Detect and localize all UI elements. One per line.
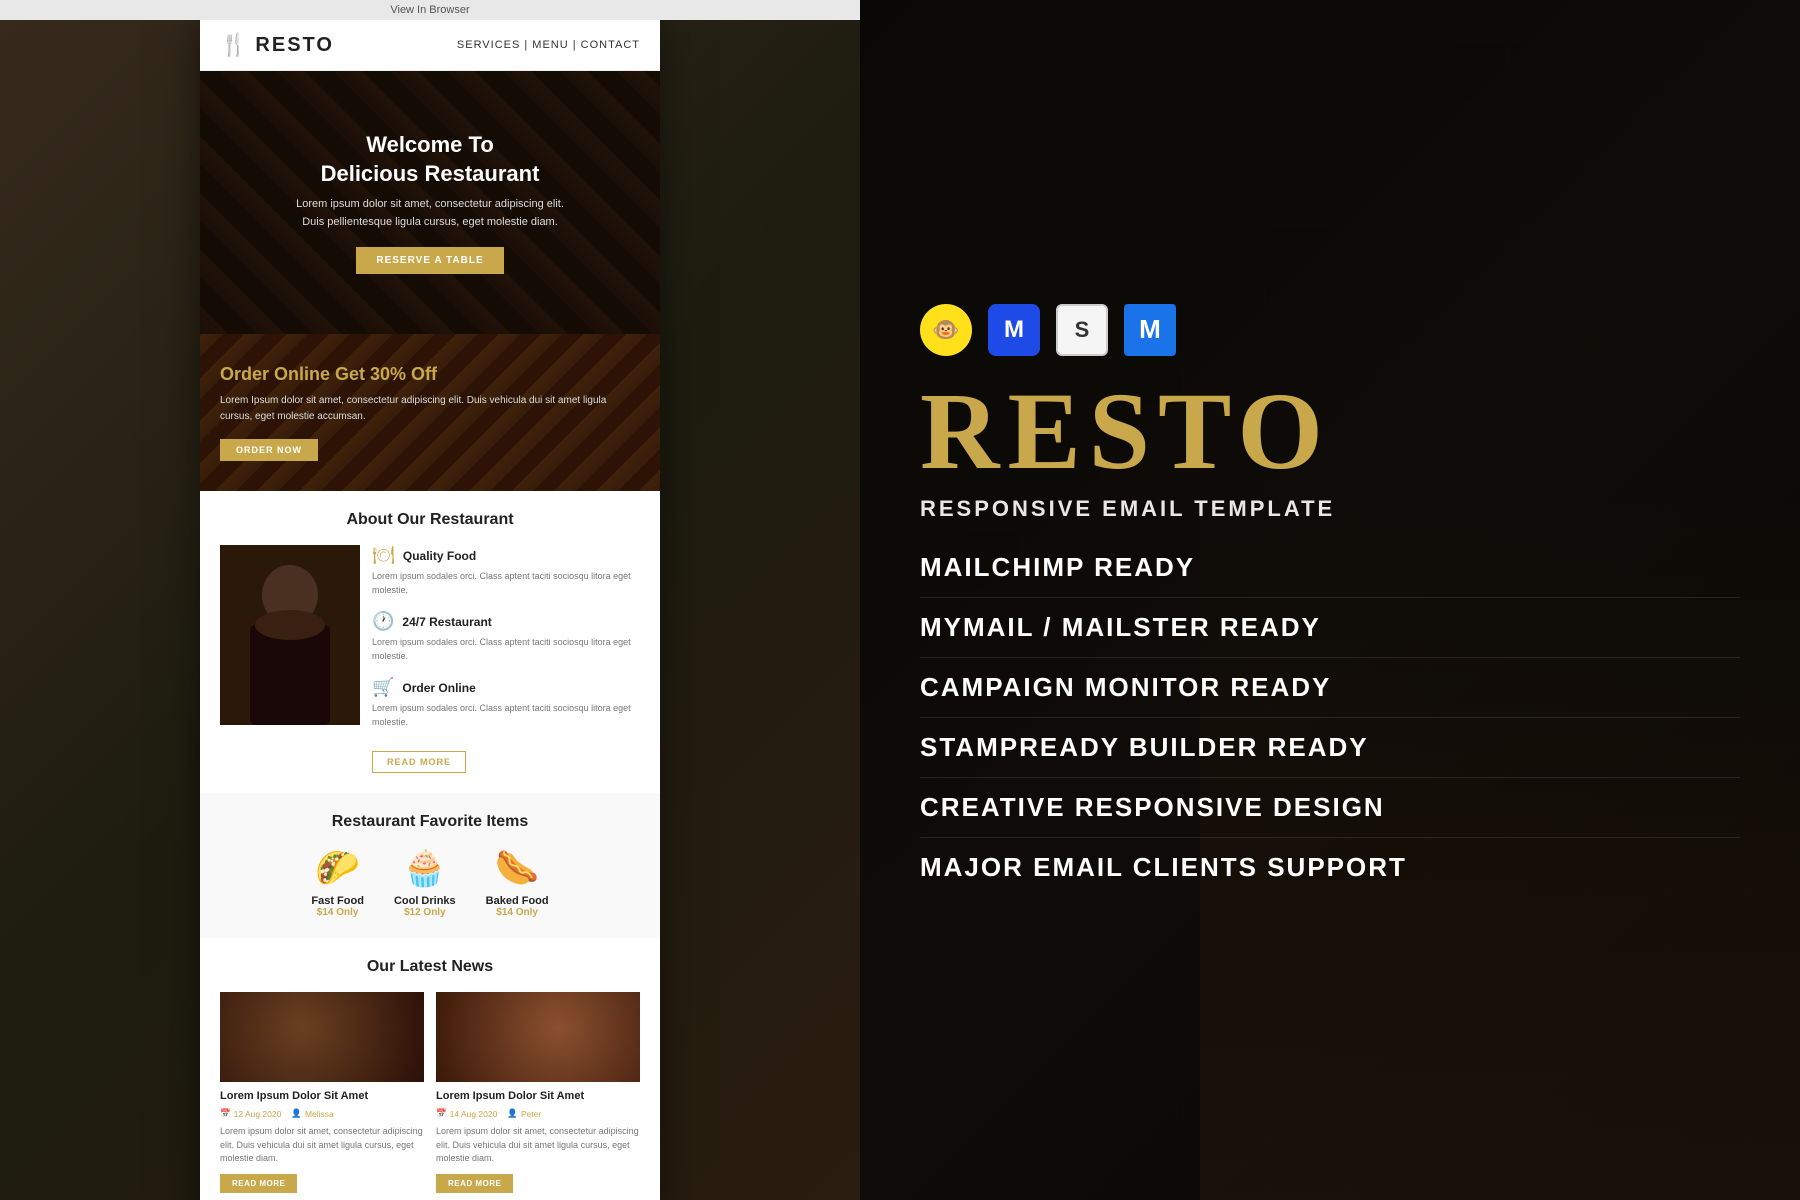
fav-item-fast-food: 🌮 Fast Food $14 Only	[311, 847, 364, 918]
news-date-2: 📅 14 Aug 2020	[436, 1108, 497, 1119]
restaurant-247-name: 24/7 Restaurant	[402, 615, 491, 629]
features-list: MAILCHIMP READY MYMAIL / MAILSTER READY …	[920, 538, 1740, 897]
news-author-2: 👤 Peter	[507, 1108, 541, 1119]
news-author-1: 👤 Melissa	[291, 1108, 333, 1119]
about-section-title: About Our Restaurant	[220, 511, 640, 529]
feature-stampready: STAMPREADY BUILDER READY	[920, 718, 1740, 778]
news-text-2: Lorem ipsum dolor sit amet, consectetur …	[436, 1125, 640, 1166]
nav-links[interactable]: SERVICES | MENU | CONTACT	[457, 39, 640, 51]
chef-silhouette	[220, 545, 360, 725]
feature-mailchimp: MAILCHIMP READY	[920, 538, 1740, 598]
news-meta-1: 📅 12 Aug 2020 👤 Melissa	[220, 1108, 424, 1119]
news-text-1: Lorem ipsum dolor sit amet, consectetur …	[220, 1125, 424, 1166]
cool-drinks-price: $12 Only	[394, 907, 456, 918]
fav-item-baked-food: 🌭 Baked Food $14 Only	[486, 847, 549, 918]
fav-item-cool-drinks: 🧁 Cool Drinks $12 Only	[394, 847, 456, 918]
feature-quality-header: 🍽 Quality Food	[372, 545, 640, 566]
feature-email-clients: MAJOR EMAIL CLIENTS SUPPORT	[920, 838, 1740, 897]
reserve-table-button[interactable]: RESERVE A TABLE	[356, 247, 503, 274]
quality-food-text: Lorem ipsum sodales orci. Class aptent t…	[372, 570, 640, 597]
view-in-browser-link[interactable]: View In Browser	[390, 4, 469, 16]
order-online-text: Lorem ipsum sodales orci. Class aptent t…	[372, 702, 640, 729]
restaurant-247-text: Lorem ipsum sodales orci. Class aptent t…	[372, 636, 640, 663]
calendar-icon: 📅	[220, 1108, 231, 1119]
mailchimp-icon: 🐵	[920, 304, 972, 356]
user-icon: 👤	[291, 1108, 302, 1119]
email-client-bar: View In Browser	[0, 0, 860, 20]
news-grid: Lorem Ipsum Dolor Sit Amet 📅 12 Aug 2020…	[220, 992, 640, 1193]
about-read-more-button[interactable]: READ MORE	[372, 751, 466, 773]
news-section-title: Our Latest News	[220, 958, 640, 976]
feature-quality-food: 🍽 Quality Food Lorem ipsum sodales orci.…	[372, 545, 640, 597]
right-content: 🐵 M S M RESTO RESPONSIVE EMAIL TEMPLATE …	[920, 304, 1740, 897]
responsive-label: RESPONSIVE EMAIL TEMPLATE	[920, 496, 1740, 522]
feature-247-header: 🕐 24/7 Restaurant	[372, 611, 640, 632]
left-panel: View In Browser 🍴 RESTO SERVICES | MENU …	[0, 0, 860, 1200]
mymail-icon: M	[988, 304, 1040, 356]
cool-drinks-icon: 🧁	[394, 847, 456, 889]
favorites-grid: 🌮 Fast Food $14 Only 🧁 Cool Drinks $12 O…	[220, 847, 640, 918]
brand-name: RESTO	[920, 376, 1740, 486]
about-content: 🍽 Quality Food Lorem ipsum sodales orci.…	[220, 545, 640, 773]
logo-area: 🍴 RESTO	[220, 32, 334, 58]
promo-text: Lorem Ipsum dolor sit amet, consectetur …	[220, 393, 640, 425]
news-image-2	[436, 992, 640, 1082]
fast-food-name: Fast Food	[311, 895, 364, 907]
news-meta-2: 📅 14 Aug 2020 👤 Peter	[436, 1108, 640, 1119]
feature-campaign: CAMPAIGN MONITOR READY	[920, 658, 1740, 718]
feature-order-header: 🛒 Order Online	[372, 677, 640, 698]
stampready-icon: S	[1056, 304, 1108, 356]
about-features: 🍽 Quality Food Lorem ipsum sodales orci.…	[372, 545, 640, 773]
news-title-1: Lorem Ipsum Dolor Sit Amet	[220, 1090, 424, 1102]
right-panel: 🐵 M S M RESTO RESPONSIVE EMAIL TEMPLATE …	[860, 0, 1800, 1200]
hero-title: Welcome ToDelicious Restaurant	[220, 131, 640, 188]
hero-subtitle: Lorem ipsum dolor sit amet, consectetur …	[290, 196, 570, 231]
email-header: 🍴 RESTO SERVICES | MENU | CONTACT	[200, 20, 660, 71]
cool-drinks-name: Cool Drinks	[394, 895, 456, 907]
promo-banner: Order Online Get 30% Off Lorem Ipsum dol…	[200, 334, 660, 491]
calendar-icon-2: 📅	[436, 1108, 447, 1119]
logo-text: RESTO	[255, 34, 334, 57]
order-online-icon: 🛒	[372, 677, 394, 698]
about-section: About Our Restaurant	[200, 491, 660, 793]
order-online-name: Order Online	[402, 681, 475, 695]
feature-mymail: MYMAIL / MAILSTER READY	[920, 598, 1740, 658]
news-item-2: Lorem Ipsum Dolor Sit Amet 📅 14 Aug 2020…	[436, 992, 640, 1193]
order-now-button[interactable]: ORDER NOW	[220, 439, 318, 461]
news-img-food	[220, 992, 424, 1082]
logo-icon: 🍴	[220, 32, 247, 58]
restaurant-247-icon: 🕐	[372, 611, 394, 632]
news-title-2: Lorem Ipsum Dolor Sit Amet	[436, 1090, 640, 1102]
fast-food-price: $14 Only	[311, 907, 364, 918]
news-item-1: Lorem Ipsum Dolor Sit Amet 📅 12 Aug 2020…	[220, 992, 424, 1193]
baked-food-name: Baked Food	[486, 895, 549, 907]
email-container: 🍴 RESTO SERVICES | MENU | CONTACT Welcom…	[200, 20, 660, 1200]
chef-image	[220, 545, 360, 725]
news-read-more-2[interactable]: READ MORE	[436, 1174, 513, 1193]
news-img-burger	[436, 992, 640, 1082]
news-read-more-1[interactable]: READ MORE	[220, 1174, 297, 1193]
feature-order-online: 🛒 Order Online Lorem ipsum sodales orci.…	[372, 677, 640, 729]
feature-247: 🕐 24/7 Restaurant Lorem ipsum sodales or…	[372, 611, 640, 663]
favorites-title: Restaurant Favorite Items	[220, 813, 640, 831]
news-section: Our Latest News Lorem Ipsum Dolor Sit Am…	[200, 938, 660, 1200]
baked-food-icon: 🌭	[486, 847, 549, 889]
feature-creative: CREATIVE RESPONSIVE DESIGN	[920, 778, 1740, 838]
baked-food-price: $14 Only	[486, 907, 549, 918]
fast-food-icon: 🌮	[311, 847, 364, 889]
hero-section: Welcome ToDelicious Restaurant Lorem ips…	[200, 71, 660, 334]
mailster-icon: M	[1124, 304, 1176, 356]
news-date-1: 📅 12 Aug 2020	[220, 1108, 281, 1119]
quality-food-icon: 🍽	[372, 545, 395, 566]
user-icon-2: 👤	[507, 1108, 518, 1119]
email-icons-row: 🐵 M S M	[920, 304, 1740, 356]
promo-title: Order Online Get 30% Off	[220, 364, 640, 385]
news-image-1	[220, 992, 424, 1082]
quality-food-name: Quality Food	[403, 549, 476, 563]
favorites-section: Restaurant Favorite Items 🌮 Fast Food $1…	[200, 793, 660, 938]
